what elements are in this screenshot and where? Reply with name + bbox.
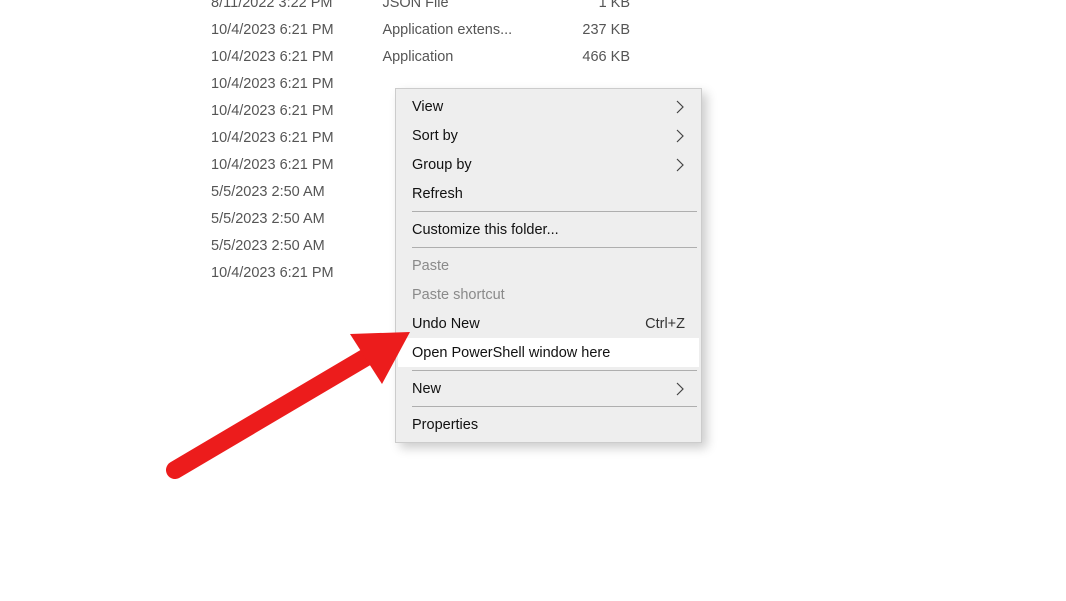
file-date: 8/11/2022 3:22 PM: [211, 0, 382, 17]
file-name: perties: [0, 152, 211, 179]
menu-label: New: [412, 381, 667, 397]
file-date: 5/5/2023 2:50 AM: [211, 206, 382, 233]
file-size: 466 KB: [554, 44, 630, 71]
file-date: 5/5/2023 2:50 AM: [211, 179, 382, 206]
menu-separator: [412, 406, 697, 407]
context-menu: View Sort by Group by Refresh Customize …: [395, 88, 702, 443]
file-date: 10/4/2023 6:21 PM: [211, 125, 382, 152]
menu-item-group-by[interactable]: Group by: [398, 150, 699, 179]
file-name: e: [0, 125, 211, 152]
table-row[interactable]: ead-1.dll 10/4/2023 6:21 PM Application …: [0, 17, 630, 44]
file-date: 10/4/2023 6:21 PM: [211, 260, 382, 287]
menu-label: Properties: [412, 417, 685, 433]
file-name: _casefold.exe: [0, 71, 211, 98]
file-date: 10/4/2023 6:21 PM: [211, 98, 382, 125]
menu-item-paste-shortcut: Paste shortcut: [398, 280, 699, 309]
menu-label: Group by: [412, 157, 667, 173]
file-name: ead-1.dll: [0, 17, 211, 44]
file-size: 237 KB: [554, 17, 630, 44]
file-name: .exe: [0, 44, 211, 71]
file-date: 10/4/2023 6:21 PM: [211, 71, 382, 98]
file-date: 5/5/2023 2:50 AM: [211, 233, 382, 260]
menu-item-sort-by[interactable]: Sort by: [398, 121, 699, 150]
file-name: g.xhdpi.apk: [0, 233, 211, 260]
menu-label: Paste shortcut: [412, 287, 685, 303]
menu-label: Undo New: [412, 316, 637, 332]
chevron-right-icon: [675, 99, 685, 115]
file-name: g.en.apk: [0, 179, 211, 206]
menu-item-new[interactable]: New: [398, 374, 699, 403]
chevron-right-icon: [675, 157, 685, 173]
file-name: g.x86.apk: [0, 206, 211, 233]
file-name: e: [0, 260, 211, 287]
file-size: 1 KB: [554, 0, 630, 17]
menu-label: Customize this folder...: [412, 222, 685, 238]
file-date: 10/4/2023 6:21 PM: [211, 152, 382, 179]
file-type: Application: [382, 44, 553, 71]
menu-separator: [412, 211, 697, 212]
menu-item-customize-folder[interactable]: Customize this folder...: [398, 215, 699, 244]
chevron-right-icon: [675, 381, 685, 397]
menu-label: View: [412, 99, 667, 115]
annotation-arrow-icon: [150, 320, 420, 490]
chevron-right-icon: [675, 128, 685, 144]
menu-label: Refresh: [412, 186, 685, 202]
menu-item-properties[interactable]: Properties: [398, 410, 699, 439]
menu-separator: [412, 247, 697, 248]
menu-item-refresh[interactable]: Refresh: [398, 179, 699, 208]
menu-item-undo-new[interactable]: Undo New Ctrl+Z: [398, 309, 699, 338]
menu-separator: [412, 370, 697, 371]
table-row[interactable]: 8/11/2022 3:22 PM JSON File 1 KB: [0, 0, 630, 17]
file-type: JSON File: [382, 0, 553, 17]
file-date: 10/4/2023 6:21 PM: [211, 44, 382, 71]
file-type: Application extens...: [382, 17, 553, 44]
menu-label: Sort by: [412, 128, 667, 144]
menu-item-view[interactable]: View: [398, 92, 699, 121]
menu-label: Paste: [412, 258, 685, 274]
menu-label: Open PowerShell window here: [412, 345, 685, 361]
file-date: 10/4/2023 6:21 PM: [211, 17, 382, 44]
file-name: nf: [0, 98, 211, 125]
menu-item-paste: Paste: [398, 251, 699, 280]
menu-item-open-powershell[interactable]: Open PowerShell window here: [398, 338, 699, 367]
menu-shortcut: Ctrl+Z: [645, 316, 685, 332]
table-row[interactable]: .exe 10/4/2023 6:21 PM Application 466 K…: [0, 44, 630, 71]
file-name: [0, 0, 211, 17]
